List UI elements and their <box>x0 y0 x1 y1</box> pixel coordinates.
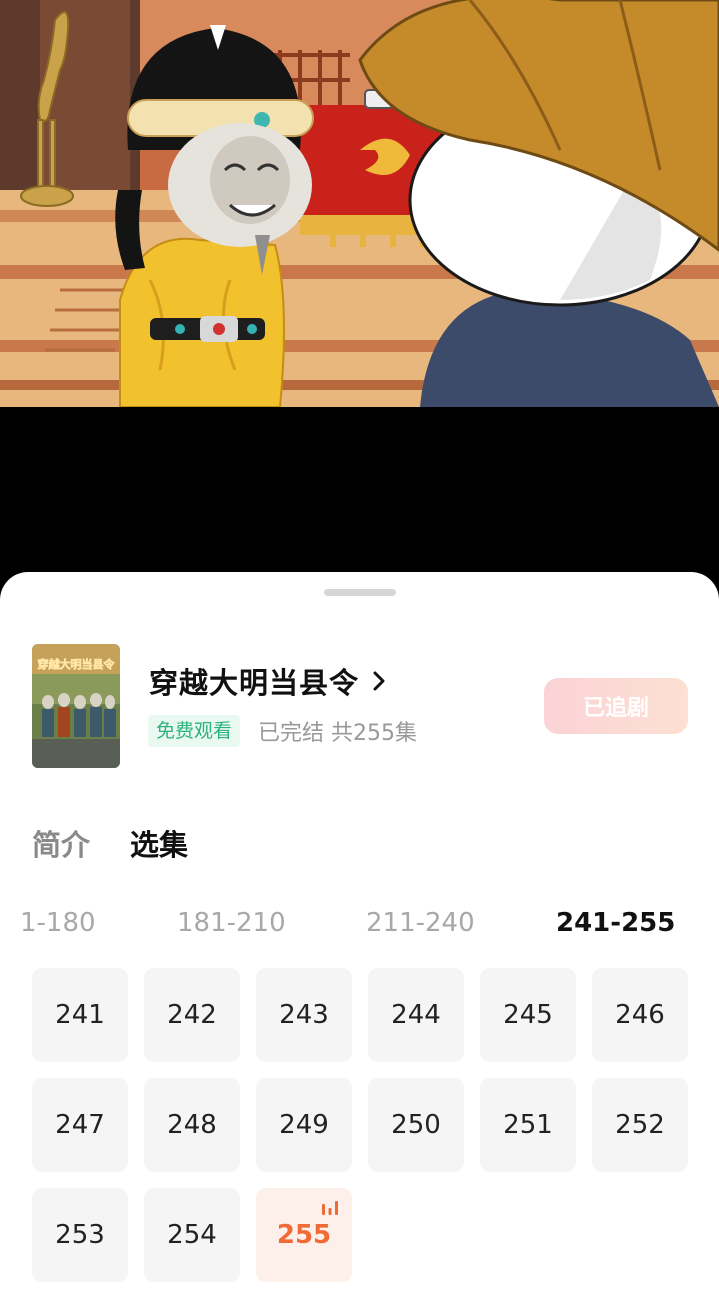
tab-episodes[interactable]: 选集 <box>130 822 188 864</box>
poster-image: 穿越大明当县令 <box>32 644 120 768</box>
episode-button[interactable]: 253 <box>32 1188 128 1282</box>
episode-button[interactable]: 249 <box>256 1078 352 1172</box>
drama-meta: 免费观看 已完结 共255集 <box>148 715 417 747</box>
episode-button[interactable]: 248 <box>144 1078 240 1172</box>
episode-range-tabs: 1-180 181-210 211-240 241-255 <box>0 908 719 944</box>
episode-button[interactable]: 246 <box>592 968 688 1062</box>
sheet-tabs: 简介 选集 <box>32 822 228 864</box>
video-player[interactable] <box>0 0 719 407</box>
drama-status: 已完结 共255集 <box>258 721 418 746</box>
episode-button[interactable]: 243 <box>256 968 352 1062</box>
video-frame <box>0 0 719 407</box>
drama-title-link[interactable]: 穿越大明当县令 <box>149 660 391 702</box>
episode-button[interactable]: 245 <box>480 968 576 1062</box>
poster-title: 穿越大明当县令 <box>38 657 116 671</box>
episode-button[interactable]: 251 <box>480 1078 576 1172</box>
episode-button-current[interactable]: 255 <box>256 1188 352 1282</box>
drama-poster[interactable]: 穿越大明当县令 <box>32 644 120 768</box>
chevron-right-icon <box>373 671 385 691</box>
drama-title: 穿越大明当县令 <box>149 666 360 700</box>
episode-grid: 241 242 243 244 245 246 247 248 249 250 … <box>32 968 688 1282</box>
playing-bars-icon <box>322 1201 338 1215</box>
range-tab-4[interactable]: 241-255 <box>556 908 675 938</box>
episode-button[interactable]: 254 <box>144 1188 240 1282</box>
episode-number: 255 <box>276 1220 332 1250</box>
follow-button[interactable]: 已追剧 <box>544 678 688 734</box>
episode-button[interactable]: 252 <box>592 1078 688 1172</box>
range-tab-2[interactable]: 181-210 <box>177 908 286 938</box>
episode-button[interactable]: 242 <box>144 968 240 1062</box>
sheet-drag-handle[interactable] <box>324 589 396 596</box>
episode-button[interactable]: 247 <box>32 1078 128 1172</box>
free-badge: 免费观看 <box>148 715 241 747</box>
tab-intro[interactable]: 简介 <box>32 822 90 864</box>
episode-button[interactable]: 241 <box>32 968 128 1062</box>
episode-sheet: 穿越大明当县令 穿越大明当县令 免费观看 已完结 共255集 已追剧 简介 选集… <box>0 572 719 1293</box>
episode-button[interactable]: 244 <box>368 968 464 1062</box>
range-tab-1[interactable]: 1-180 <box>20 908 96 938</box>
range-tab-3[interactable]: 211-240 <box>366 908 475 938</box>
episode-button[interactable]: 250 <box>368 1078 464 1172</box>
